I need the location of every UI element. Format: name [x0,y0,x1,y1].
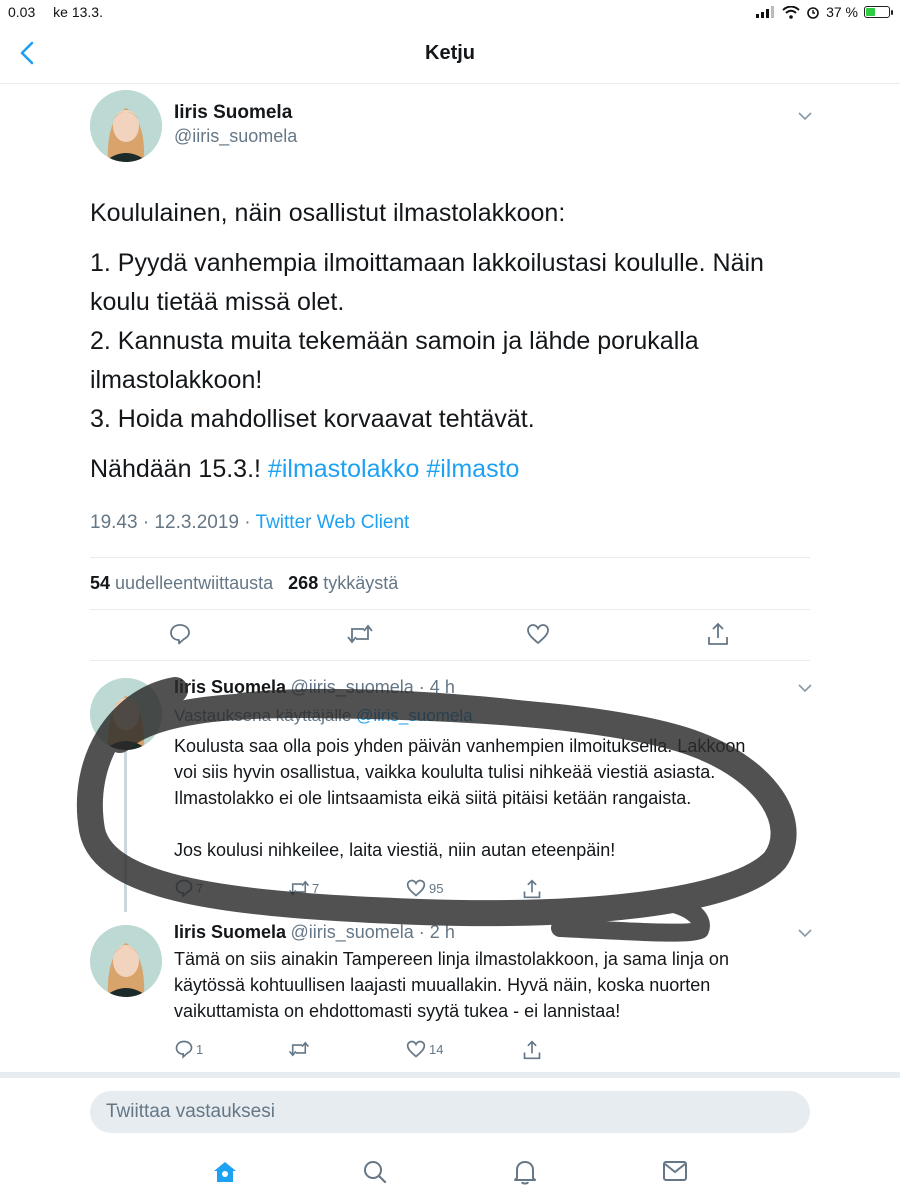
reply-text-line: käytössä kohtuullisen laajasti muuallaki… [174,975,711,995]
reply-icon [175,1040,193,1059]
share-icon [523,1040,541,1060]
retweet-button[interactable] [288,1039,310,1059]
reply-text-line: Tämä on siis ainakin Tampereen linja ilm… [174,949,729,969]
tweet-line: 3. Hoida mahdolliset korvaavat tehtävät. [90,405,535,433]
reply-to-label: Vastauksena käyttäjälle [174,706,352,725]
status-bar: 0.03 ke 13.3. 37 % [0,0,900,24]
bell-icon [514,1161,536,1185]
thread-line [124,752,127,912]
retweet-count: 7 [312,880,320,896]
tab-notifications[interactable] [512,1158,538,1186]
compose-placeholder: Twiittaa vastauksesi [106,1101,275,1122]
like-count: 95 [429,880,444,896]
avatar[interactable] [90,678,162,750]
engagement-counts: 54 uudelleentwiittausta 268 tykkäystä [90,573,398,594]
wifi-icon [782,5,800,19]
client-link[interactable]: Twitter Web Client [256,512,410,533]
author-handle[interactable]: @iiris_suomela · 2 h [291,922,455,942]
retweet-icon [347,624,373,644]
author-name[interactable]: Iiris Suomela [174,922,286,942]
page-title: Ketju [425,42,475,64]
battery-icon [864,6,893,18]
divider [90,557,810,558]
tweet-timestamp: 19.43 · 12.3.2019 · [90,512,251,533]
author-handle[interactable]: @iiris_suomela [174,126,297,147]
share-button[interactable] [522,878,542,900]
chevron-down-icon[interactable] [797,928,813,938]
tweet-closing: Nähdään 15.3.! [90,455,261,483]
share-icon [708,622,728,645]
divider [90,660,810,661]
tweet-body: Koululainen, näin osallistut ilmastolakk… [90,194,810,500]
heart-icon [406,879,426,897]
avatar[interactable] [90,925,162,997]
avatar[interactable] [90,90,162,162]
hashtag-link[interactable]: #ilmastolakko #ilmasto [268,455,520,483]
retweet-button[interactable]: 7 [288,878,319,898]
retweet-icon [288,880,310,896]
tab-bar [0,1150,900,1200]
tab-messages[interactable] [662,1160,688,1182]
alarm-icon [807,7,819,19]
reply-compose-input[interactable]: Twiittaa vastauksesi [90,1091,810,1133]
reply-button[interactable]: 7 [174,878,203,898]
retweet-button[interactable] [346,622,374,646]
reply-button[interactable] [168,622,192,646]
author-name[interactable]: Iiris Suomela [174,677,286,697]
battery-percent: 37 % [826,4,858,20]
reply-icon [175,879,193,898]
share-icon [523,879,541,899]
reply-header: Iiris Suomela @iiris_suomela · 4 h [174,677,455,698]
tweet-lines: 1. Pyydä vanhempia ilmoittamaan lakkoilu… [90,244,810,439]
divider [0,1072,900,1078]
heart-icon [527,624,549,645]
reply-to-handle[interactable]: @iiris_suomela [356,706,472,725]
share-button[interactable] [706,621,730,647]
reply-to-line: Vastauksena käyttäjälle @iiris_suomela [174,706,473,726]
like-button[interactable]: 14 [406,1039,443,1059]
reply-icon [170,624,190,645]
reply-text-line: Koulusta saa olla pois yhden päivän vanh… [174,736,746,756]
home-icon [214,1162,236,1182]
reply-header: Iiris Suomela @iiris_suomela · 2 h [174,922,455,943]
status-date: ke 13.3. [53,4,103,20]
retweet-icon [288,1041,310,1057]
author-handle[interactable]: @iiris_suomela · 4 h [291,677,455,697]
divider [90,609,810,610]
reply-actions: 7 7 95 [174,878,554,902]
reply-text: Koulusta saa olla pois yhden päivän vanh… [174,733,814,863]
status-time: 0.03 [8,4,36,20]
like-count-link[interactable]: 268 tykkäystä [288,573,398,593]
reply-text-line: vaikuttamista on ehdottomasti syytä tuke… [174,1001,621,1021]
share-button[interactable] [522,1039,542,1061]
reply-actions: 1 14 [174,1039,554,1063]
nav-bar: Ketju [0,24,900,84]
search-icon [364,1161,387,1184]
tab-search[interactable] [362,1159,388,1185]
reply-text-line: voi siis hyvin osallistua, vaikka koulul… [174,762,716,782]
reply-text: Tämä on siis ainakin Tampereen linja ilm… [174,946,814,1024]
reply-text-line: Jos koulusi nihkeilee, laita viestiä, ni… [174,840,616,860]
reply-count: 1 [196,1041,204,1057]
tweet-line: 1. Pyydä vanhempia ilmoittamaan lakkoilu… [90,249,764,316]
like-button[interactable]: 95 [406,878,443,898]
like-count: 14 [429,1041,444,1057]
heart-icon [406,1040,426,1058]
tab-home[interactable] [212,1160,238,1184]
retweet-count-link[interactable]: 54 uudelleentwiittausta [90,573,273,593]
like-button[interactable] [526,622,550,646]
tweet-intro: Koululainen, näin osallistut ilmastolakk… [90,199,566,227]
envelope-icon [663,1161,687,1181]
tweet-line: 2. Kannusta muita tekemään samoin ja läh… [90,327,699,394]
chevron-down-icon[interactable] [797,683,813,693]
reply-count: 7 [196,880,204,896]
tweet-meta: 19.43 · 12.3.2019 · Twitter Web Client [90,512,409,534]
tweet-actions [90,620,810,650]
reply-text-line: Ilmastolakko ei ole lintsaamista eikä si… [174,788,692,808]
reply-button[interactable]: 1 [174,1039,203,1059]
signal-icon [756,6,775,18]
author-name[interactable]: Iiris Suomela [174,102,292,124]
chevron-down-icon[interactable] [797,111,813,121]
